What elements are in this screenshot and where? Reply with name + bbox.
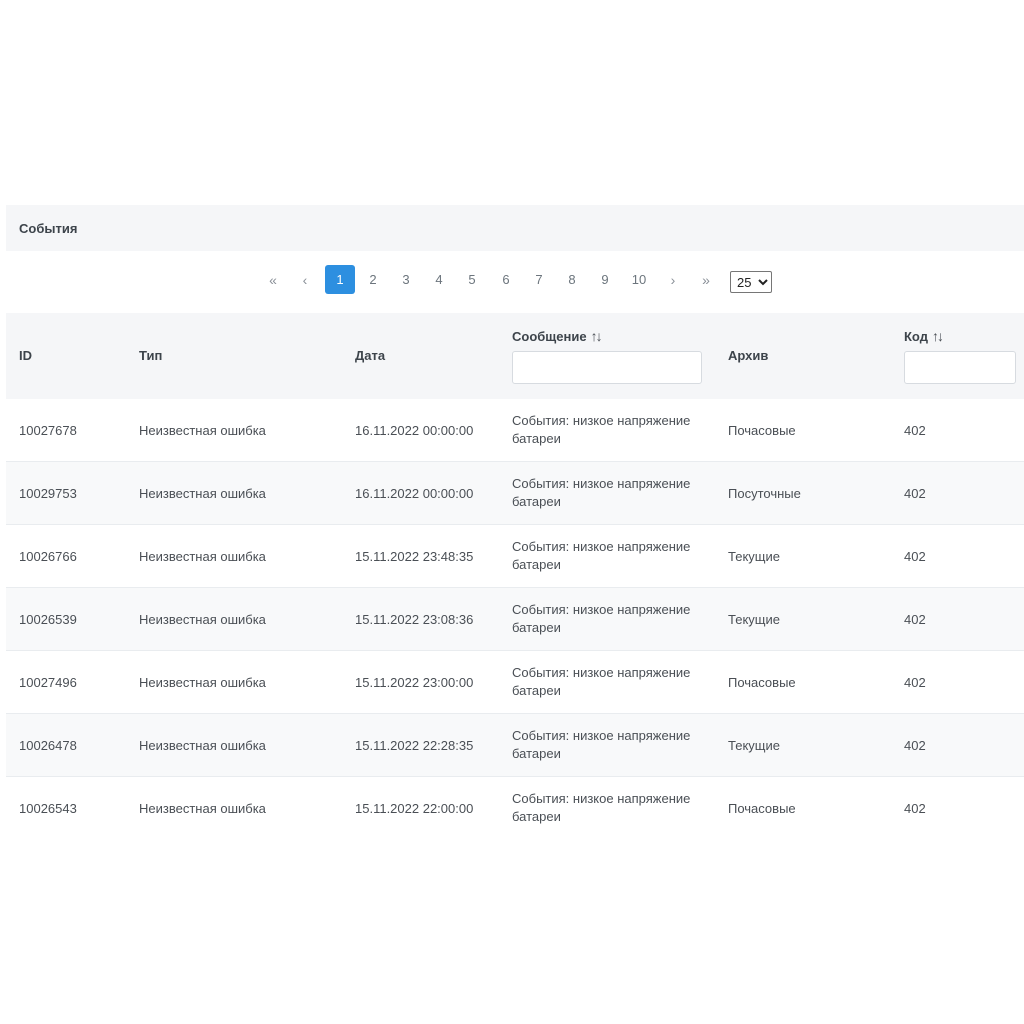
pagination: « ‹ 1 2 3 4 5 6 7 8 9 10 › » 25: [6, 262, 1024, 296]
cell-archive: Почасовые: [728, 422, 796, 438]
chevron-left-icon[interactable]: ‹: [299, 265, 311, 294]
events-table: ID Тип Дата Сообщение ↑↓ Архив Код ↑↓ 1002…: [6, 313, 1024, 840]
page-button-10[interactable]: 10: [628, 265, 650, 294]
cell-date: 15.11.2022 23:48:35: [355, 548, 474, 564]
table-row[interactable]: 10026539 Неизвестная ошибка 15.11.2022 2…: [6, 588, 1024, 651]
table-row[interactable]: 10026766 Неизвестная ошибка 15.11.2022 2…: [6, 525, 1024, 588]
panel-title: События: [19, 220, 78, 236]
cell-code: 402: [904, 422, 926, 438]
column-label-id: ID: [19, 348, 32, 363]
column-header-id[interactable]: ID: [19, 348, 32, 363]
cell-code: 402: [904, 737, 926, 753]
cell-type: Неизвестная ошибка: [139, 674, 266, 690]
cell-type: Неизвестная ошибка: [139, 800, 266, 816]
events-panel: События « ‹ 1 2 3 4 5 6 7 8 9 10 › » 25 …: [6, 205, 1024, 824]
cell-id: 10026539: [19, 611, 77, 627]
cell-code: 402: [904, 674, 926, 690]
panel-header: События: [6, 205, 1024, 251]
page-button-4[interactable]: 4: [431, 265, 447, 294]
column-header-type[interactable]: Тип: [139, 348, 162, 363]
cell-code: 402: [904, 611, 926, 627]
cell-code: 402: [904, 800, 926, 816]
cell-date: 15.11.2022 23:00:00: [355, 674, 474, 690]
table-row[interactable]: 10029753 Неизвестная ошибка 16.11.2022 0…: [6, 462, 1024, 525]
column-label-message: Сообщение: [512, 329, 587, 344]
cell-code: 402: [904, 548, 926, 564]
column-label-code: Код: [904, 329, 928, 344]
cell-id: 10026766: [19, 548, 77, 564]
cell-message: События: низкое напряжение батареи: [512, 665, 691, 698]
cell-archive: Посуточные: [728, 485, 801, 501]
cell-code: 402: [904, 485, 926, 501]
column-header-date[interactable]: Дата: [355, 348, 385, 363]
cell-date: 16.11.2022 00:00:00: [355, 422, 474, 438]
sort-arrows-icon[interactable]: ↑↓: [932, 328, 944, 344]
cell-message: События: низкое напряжение батареи: [512, 413, 691, 446]
cell-message: События: низкое напряжение батареи: [512, 539, 691, 572]
cell-archive: Текущие: [728, 737, 780, 753]
cell-type: Неизвестная ошибка: [139, 485, 266, 501]
cell-message: События: низкое напряжение батареи: [512, 602, 691, 635]
cell-message: События: низкое напряжение батареи: [512, 476, 691, 509]
cell-date: 15.11.2022 22:00:00: [355, 800, 474, 816]
column-label-type: Тип: [139, 348, 163, 363]
table-header: ID Тип Дата Сообщение ↑↓ Архив Код ↑↓: [6, 313, 1024, 399]
cell-message: События: низкое напряжение батареи: [512, 791, 691, 824]
column-header-code[interactable]: Код ↑↓: [904, 328, 944, 344]
cell-id: 10027678: [19, 422, 77, 438]
cell-id: 10026478: [19, 737, 77, 753]
column-header-archive[interactable]: Архив: [728, 348, 768, 363]
page-button-8[interactable]: 8: [564, 265, 580, 294]
chevron-right-icon[interactable]: ›: [667, 265, 679, 294]
cell-archive: Почасовые: [728, 674, 796, 690]
page-size-select[interactable]: 25: [730, 271, 772, 293]
page-button-3[interactable]: 3: [398, 265, 414, 294]
table-row[interactable]: 10026478 Неизвестная ошибка 15.11.2022 2…: [6, 714, 1024, 777]
message-filter-input[interactable]: [512, 351, 702, 384]
cell-archive: Почасовые: [728, 800, 796, 816]
cell-date: 16.11.2022 00:00:00: [355, 485, 474, 501]
code-filter-input[interactable]: [904, 351, 1016, 384]
page-button-9[interactable]: 9: [597, 265, 613, 294]
cell-type: Неизвестная ошибка: [139, 737, 266, 753]
page-button-7[interactable]: 7: [531, 265, 547, 294]
table-row[interactable]: 10027496 Неизвестная ошибка 15.11.2022 2…: [6, 651, 1024, 714]
table-row[interactable]: 10026543 Неизвестная ошибка 15.11.2022 2…: [6, 777, 1024, 840]
cell-message: События: низкое напряжение батареи: [512, 728, 691, 761]
cell-id: 10027496: [19, 674, 77, 690]
column-label-date: Дата: [355, 348, 386, 363]
cell-type: Неизвестная ошибка: [139, 548, 266, 564]
page-button-1[interactable]: 1: [325, 265, 355, 294]
column-label-archive: Архив: [728, 348, 769, 363]
double-chevron-right-icon[interactable]: »: [698, 265, 714, 294]
page-button-5[interactable]: 5: [464, 265, 480, 294]
page-button-2[interactable]: 2: [365, 265, 381, 294]
sort-arrows-icon[interactable]: ↑↓: [591, 328, 603, 344]
page-button-6[interactable]: 6: [498, 265, 514, 294]
cell-date: 15.11.2022 22:28:35: [355, 737, 474, 753]
cell-type: Неизвестная ошибка: [139, 422, 266, 438]
table-row[interactable]: 10027678 Неизвестная ошибка 16.11.2022 0…: [6, 399, 1024, 462]
double-chevron-left-icon[interactable]: «: [265, 265, 281, 294]
column-header-message[interactable]: Сообщение ↑↓: [512, 328, 603, 344]
cell-archive: Текущие: [728, 548, 780, 564]
cell-archive: Текущие: [728, 611, 780, 627]
cell-id: 10029753: [19, 485, 77, 501]
cell-date: 15.11.2022 23:08:36: [355, 611, 474, 627]
cell-type: Неизвестная ошибка: [139, 611, 266, 627]
cell-id: 10026543: [19, 800, 77, 816]
